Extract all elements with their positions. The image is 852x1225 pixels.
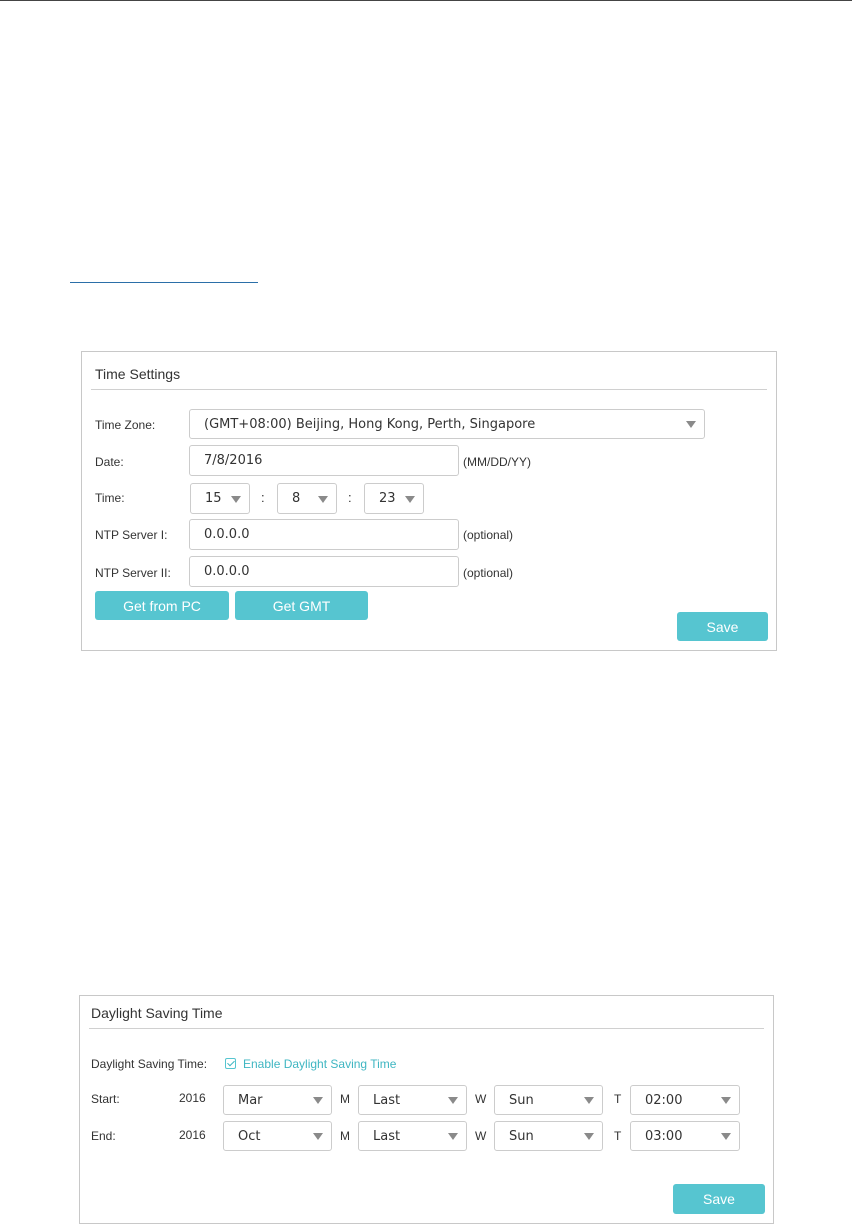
time-settings-title: Time Settings [95,366,181,382]
time-hour-value: 15 [205,491,222,506]
time-label: Time: [95,491,125,505]
date-value: 7/8/2016 [204,453,263,468]
ntp-server-2-label: NTP Server II: [95,566,171,580]
dst-end-week-value: Last [373,1128,401,1144]
top-rule [0,0,852,1]
dst-start-month-value: Mar [238,1092,263,1108]
ntp-server-1-value: 0.0.0.0 [204,527,250,542]
ntp-server-2-value: 0.0.0.0 [204,564,250,579]
time-settings-divider [91,389,767,390]
dst-end-month-select[interactable]: Oct [223,1121,332,1151]
dst-label: Daylight Saving Time: [91,1057,208,1071]
chevron-down-icon [231,495,241,503]
ntp-server-1-label: NTP Server I: [95,528,168,542]
dst-end-week-select[interactable]: Last [358,1121,467,1151]
link-underline [70,282,258,283]
dst-end-time-value: 03:00 [645,1128,683,1144]
dst-start-time-select[interactable]: 02:00 [630,1085,740,1115]
ntp-server-2-hint: (optional) [463,566,514,580]
date-format-hint: (MM/DD/YY) [463,455,531,469]
date-label: Date: [95,455,124,469]
dst-start-week-value: Last [373,1092,401,1108]
dst-start-year: 2016 [179,1091,206,1105]
date-input[interactable]: 7/8/2016 [189,445,459,476]
chevron-down-icon [721,1133,731,1140]
chevron-down-icon [313,1133,323,1140]
dst-save-button[interactable]: Save [673,1184,765,1214]
chevron-down-icon [584,1097,594,1104]
time-zone-value: (GMT+08:00) Beijing, Hong Kong, Perth, S… [204,416,536,432]
time-second-select[interactable]: 23 [364,483,424,514]
time-unit-label: T [614,1129,622,1143]
month-unit-label: M [340,1129,350,1143]
week-unit-label: W [475,1092,487,1106]
chevron-down-icon [448,1133,458,1140]
dst-end-label: End: [91,1129,116,1143]
month-unit-label: M [340,1092,350,1106]
dst-start-week-select[interactable]: Last [358,1085,467,1115]
chevron-down-icon [405,495,415,503]
week-unit-label: W [475,1129,487,1143]
dst-start-time-value: 02:00 [645,1092,683,1108]
time-settings-save-button[interactable]: Save [677,612,768,641]
dst-divider [89,1028,764,1029]
dst-start-day-select[interactable]: Sun [494,1085,603,1115]
time-separator: : [348,490,352,505]
chevron-down-icon [318,495,328,503]
time-second-value: 23 [379,491,396,506]
enable-dst-label[interactable]: Enable Daylight Saving Time [243,1057,396,1071]
dst-end-day-value: Sun [509,1128,534,1144]
dst-end-day-select[interactable]: Sun [494,1121,603,1151]
chevron-down-icon [448,1097,458,1104]
chevron-down-icon [721,1097,731,1104]
chevron-down-icon [313,1097,323,1104]
chevron-down-icon [686,421,696,428]
dst-start-day-value: Sun [509,1092,534,1108]
ntp-server-1-hint: (optional) [463,528,514,542]
time-unit-label: T [614,1092,622,1106]
dst-start-label: Start: [91,1092,120,1106]
time-hour-select[interactable]: 15 [190,483,250,514]
time-minute-value: 8 [292,491,301,506]
ntp-server-2-input[interactable]: 0.0.0.0 [189,556,459,587]
dst-end-month-value: Oct [238,1128,261,1144]
dst-start-month-select[interactable]: Mar [223,1085,332,1115]
get-gmt-button[interactable]: Get GMT [235,591,368,620]
enable-dst-checkbox[interactable] [225,1058,236,1069]
dst-title: Daylight Saving Time [91,1005,223,1021]
dst-end-time-select[interactable]: 03:00 [630,1121,740,1151]
time-zone-select[interactable]: (GMT+08:00) Beijing, Hong Kong, Perth, S… [189,409,705,439]
time-minute-select[interactable]: 8 [277,483,337,514]
chevron-down-icon [584,1133,594,1140]
get-from-pc-button[interactable]: Get from PC [95,591,229,620]
dst-end-year: 2016 [179,1128,206,1142]
time-separator: : [261,490,265,505]
ntp-server-1-input[interactable]: 0.0.0.0 [189,519,459,550]
time-zone-label: Time Zone: [95,418,156,432]
